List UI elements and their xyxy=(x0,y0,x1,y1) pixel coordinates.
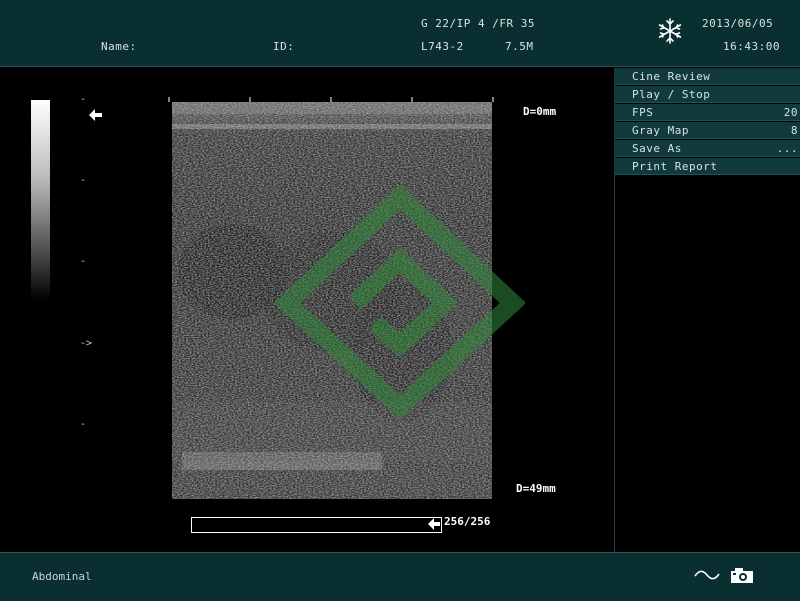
exam-time: 16:43:00 xyxy=(723,40,780,53)
probe-frequency: 7.5M xyxy=(505,40,534,53)
menu-save-as[interactable]: Save As ... xyxy=(615,140,800,157)
menu-item-label: Save As xyxy=(632,141,682,155)
menu-item-value: ... xyxy=(776,141,798,155)
menu-item-label: Play / Stop xyxy=(632,87,711,101)
scale-tick: - xyxy=(80,94,87,105)
imaging-params: G 22/IP 4 /FR 35 xyxy=(421,17,535,30)
patient-name-label: Name: xyxy=(101,40,137,53)
grayscale-bar xyxy=(31,100,50,300)
focus-marker[interactable]: -> xyxy=(80,338,92,349)
cine-arrow-icon xyxy=(428,518,440,530)
cine-progress-bar[interactable] xyxy=(191,517,442,533)
scale-tick: - xyxy=(80,256,87,267)
probe-model: L743-2 xyxy=(421,40,464,53)
header-bar: Name: ID: G 22/IP 4 /FR 35 L743-2 7.5M 2… xyxy=(0,0,800,67)
menu-item-label: FPS xyxy=(632,105,654,119)
scale-tick: - xyxy=(80,419,87,430)
menu-play-stop[interactable]: Play / Stop xyxy=(615,86,800,103)
menu-item-value: 20 xyxy=(783,105,798,119)
wave-icon[interactable] xyxy=(694,569,720,581)
footer-bar xyxy=(0,552,800,601)
cine-frame-counter: 256/256 xyxy=(444,515,491,528)
watermark-logo xyxy=(275,185,525,420)
depth-top: D=0mm xyxy=(523,105,557,118)
menu-gray-map[interactable]: Gray Map 8 xyxy=(615,122,800,139)
left-arrow-icon xyxy=(89,109,102,121)
menu-item-label: Print Report xyxy=(632,159,718,173)
menu-item-label: Gray Map xyxy=(632,123,689,137)
scale-tick: - xyxy=(80,175,87,186)
menu-fps[interactable]: FPS 20 xyxy=(615,104,800,121)
exam-preset: Abdominal xyxy=(32,570,92,583)
cine-menu: Cine Review Play / Stop FPS 20 Gray Map … xyxy=(614,68,800,552)
exam-date: 2013/06/05 xyxy=(702,17,774,30)
depth-bottom: D=49mm xyxy=(516,482,556,495)
snowflake-icon[interactable] xyxy=(657,18,683,44)
menu-item-label: Cine Review xyxy=(632,69,711,83)
menu-print-report[interactable]: Print Report xyxy=(615,158,800,175)
menu-cine-review[interactable]: Cine Review xyxy=(615,68,800,85)
camera-icon[interactable] xyxy=(730,567,756,584)
patient-id-label: ID: xyxy=(273,40,295,53)
menu-item-value: 8 xyxy=(790,123,798,137)
